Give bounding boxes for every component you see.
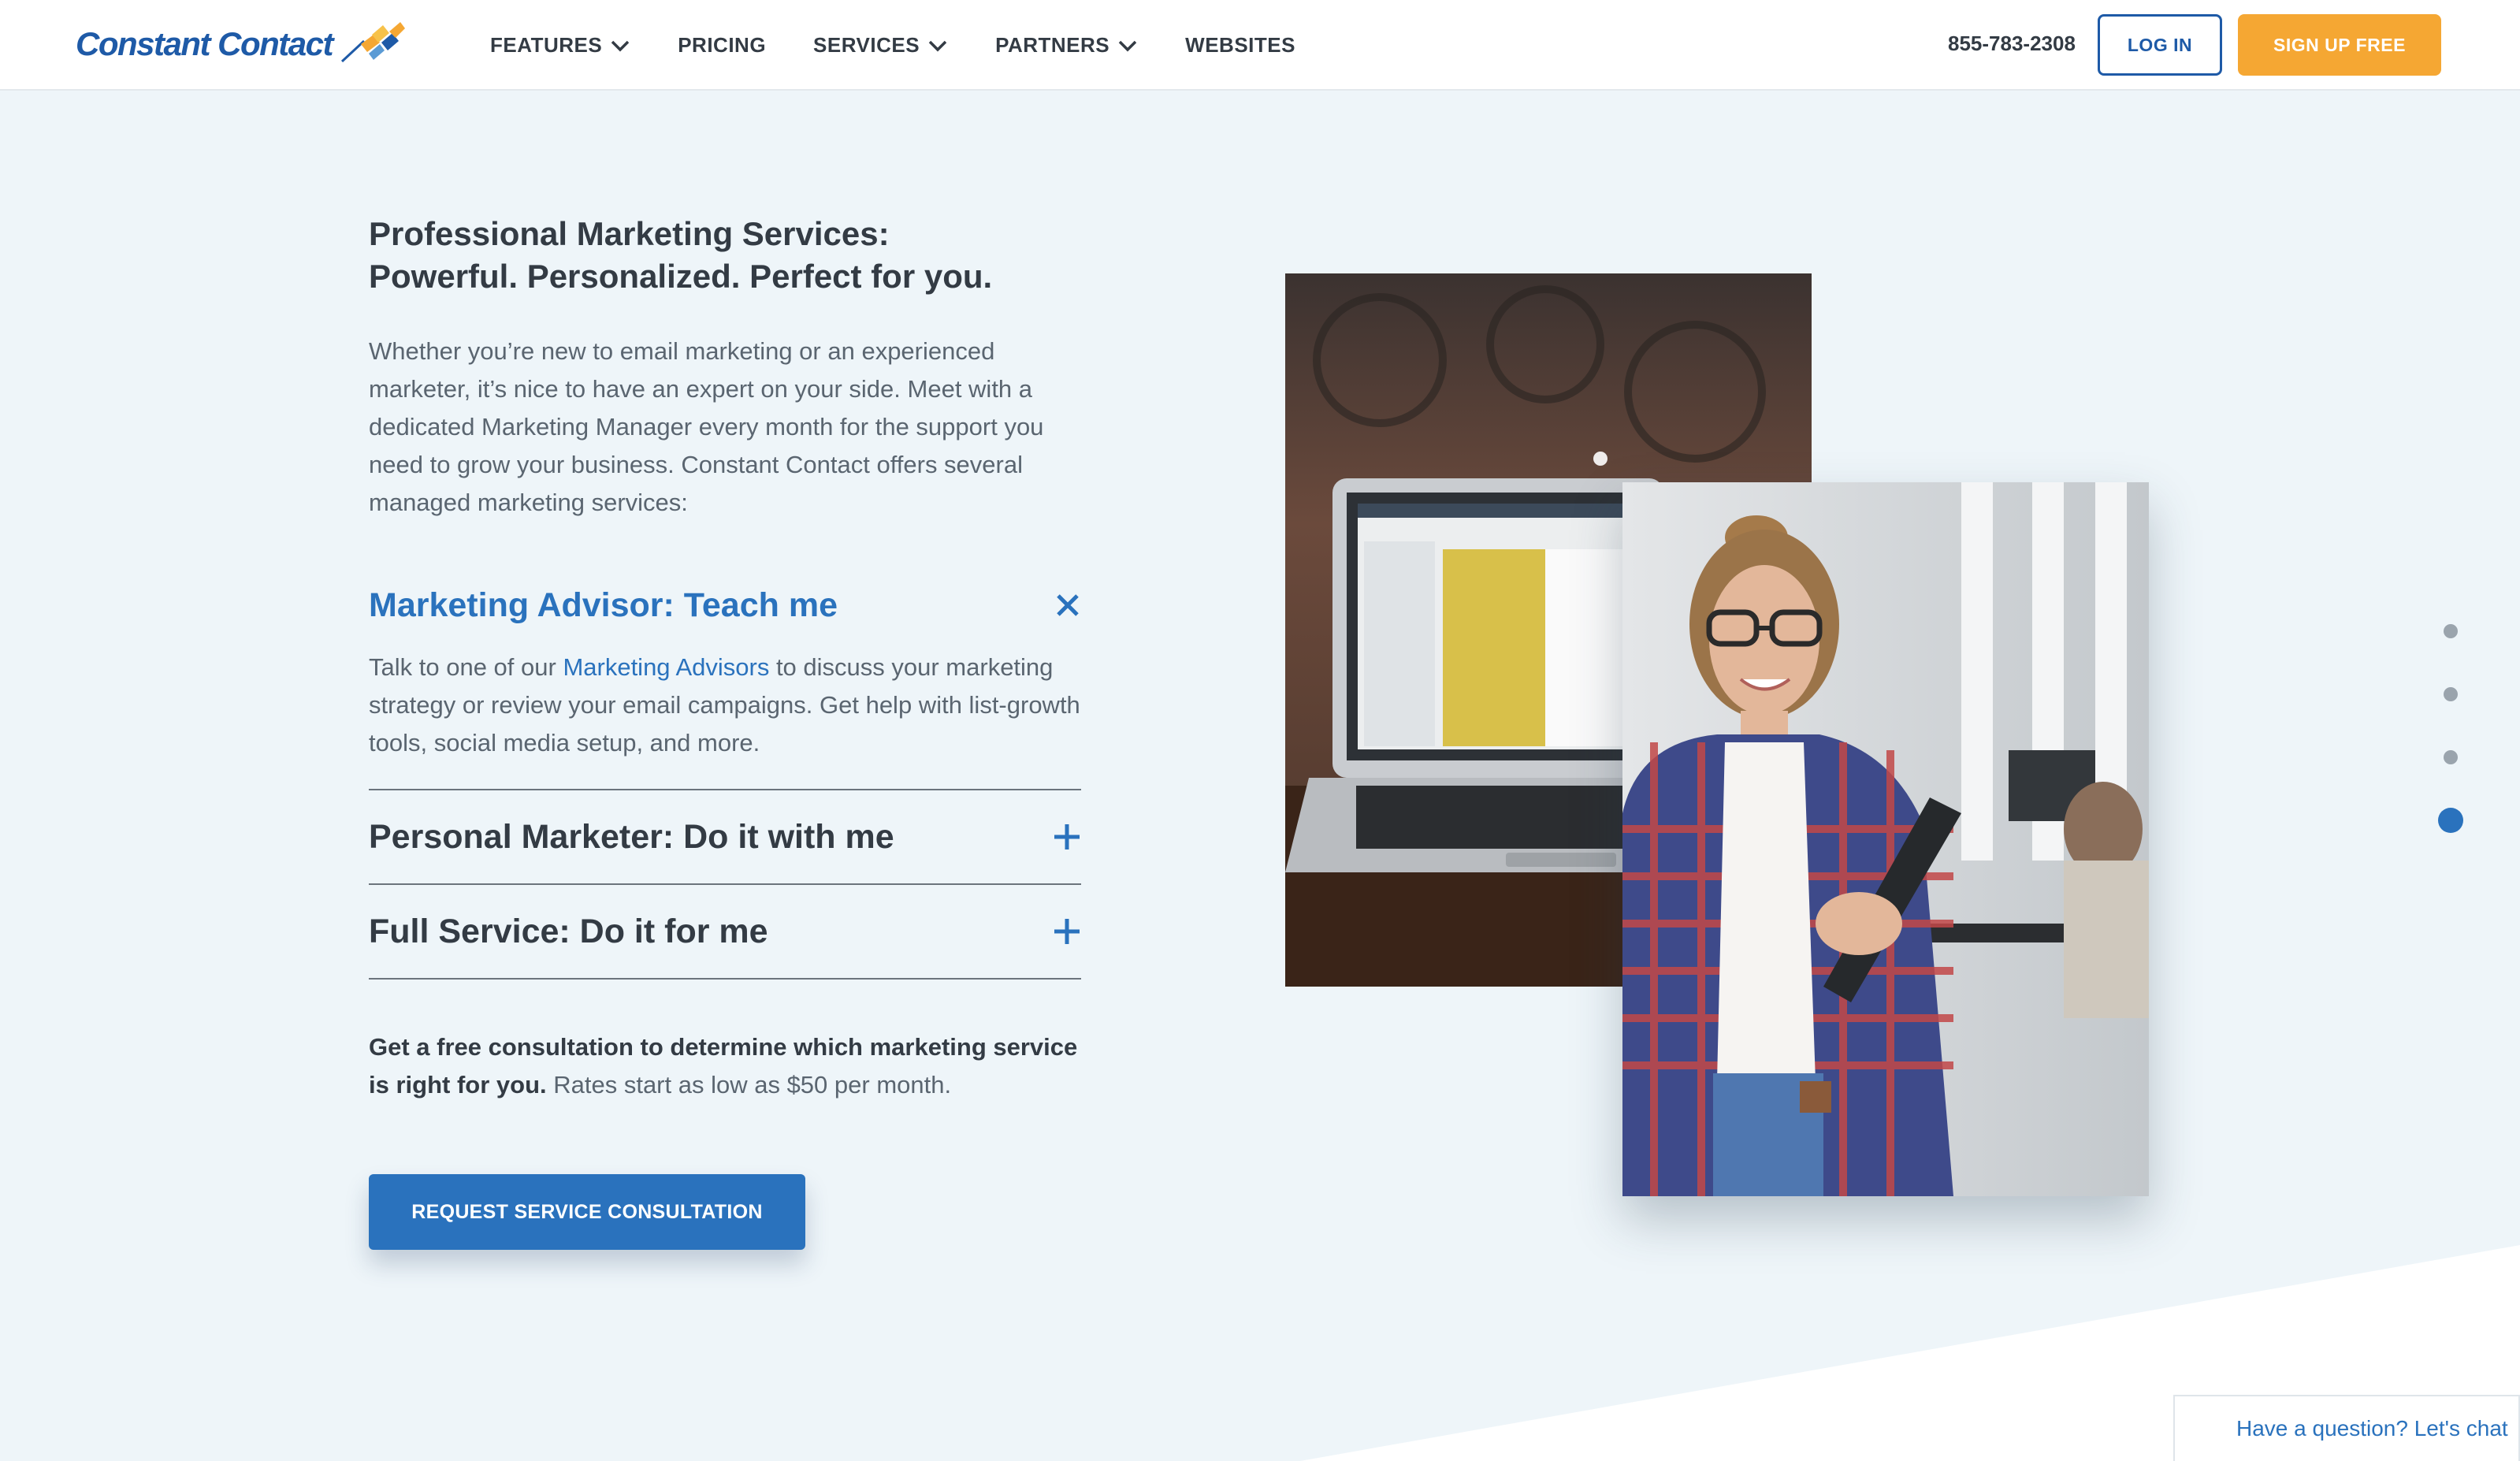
accordion-body: Talk to one of our Marketing Advisors to… — [369, 649, 1081, 762]
logo-mark-icon — [340, 22, 405, 63]
chevron-down-icon — [611, 40, 630, 51]
nav-item-websites[interactable]: WEBSITES — [1185, 33, 1295, 58]
marketing-advisors-link[interactable]: Marketing Advisors — [563, 653, 769, 681]
nav-label: PARTNERS — [995, 33, 1110, 57]
intro-paragraph: Whether you’re new to email marketing or… — [369, 337, 1044, 516]
nav-label: PRICING — [678, 33, 767, 57]
nav-item-pricing[interactable]: PRICING — [678, 33, 766, 58]
section-dot-4-active[interactable] — [2438, 808, 2463, 833]
accordion-item-marketing-advisor-header[interactable]: Marketing Advisor: Teach me — [369, 578, 1081, 633]
nav-item-services[interactable]: SERVICES — [813, 33, 948, 58]
headline-line-2: Powerful. Personalized. Perfect for you. — [369, 258, 993, 295]
accordion-divider — [369, 978, 1081, 980]
logo-wordmark: Constant Contact — [76, 25, 334, 62]
site-header: Constant Contact FEATURES PRICING SERVIC… — [0, 0, 2520, 91]
plus-icon[interactable] — [1053, 823, 1081, 851]
accordion-title: Marketing Advisor: Teach me — [369, 586, 838, 624]
woman-photo — [1622, 482, 2149, 1196]
services-content: Professional Marketing Services: Powerfu… — [369, 213, 1081, 522]
accordion-item-personal-marketer[interactable]: Personal Marketer: Do it with me — [369, 790, 1081, 883]
phone-number-link[interactable]: 855-783-2308 — [1948, 32, 2076, 56]
close-icon[interactable] — [1054, 592, 1081, 619]
login-button[interactable]: LOG IN — [2098, 14, 2222, 76]
main-nav: FEATURES PRICING SERVICES PARTNERS WEBSI… — [490, 0, 1343, 91]
nav-item-features[interactable]: FEATURES — [490, 33, 630, 58]
chat-widget-button[interactable]: Have a question? Let's chat — [2173, 1395, 2520, 1461]
accordion-title: Personal Marketer: Do it with me — [369, 818, 894, 856]
accordion-body-text: Talk to one of our — [369, 653, 563, 681]
consultation-text-rest: Rates start as low as $50 per month. — [546, 1071, 952, 1099]
signup-button[interactable]: SIGN UP FREE — [2238, 14, 2441, 76]
nav-label: SERVICES — [813, 33, 920, 57]
woman-photo-illustration — [1622, 482, 2149, 1196]
consultation-text: Get a free consultation to determine whi… — [369, 1028, 1081, 1104]
chevron-down-icon — [1118, 40, 1137, 51]
section-dot-2[interactable] — [2444, 687, 2458, 701]
section-dot-1[interactable] — [2444, 624, 2458, 638]
request-consultation-button[interactable]: REQUEST SERVICE CONSULTATION — [369, 1174, 805, 1250]
nav-label: FEATURES — [490, 33, 603, 57]
accordion-title: Full Service: Do it for me — [369, 913, 768, 950]
accordion-item-full-service[interactable]: Full Service: Do it for me — [369, 885, 1081, 978]
page-title: Professional Marketing Services: Powerfu… — [369, 213, 1081, 298]
nav-label: WEBSITES — [1185, 33, 1295, 57]
chevron-down-icon — [928, 40, 947, 51]
nav-item-partners[interactable]: PARTNERS — [995, 33, 1138, 58]
plus-icon[interactable] — [1053, 917, 1081, 946]
brand-logo[interactable]: Constant Contact — [76, 20, 408, 68]
headline-line-1: Professional Marketing Services: — [369, 215, 890, 252]
section-dot-3[interactable] — [2444, 750, 2458, 764]
